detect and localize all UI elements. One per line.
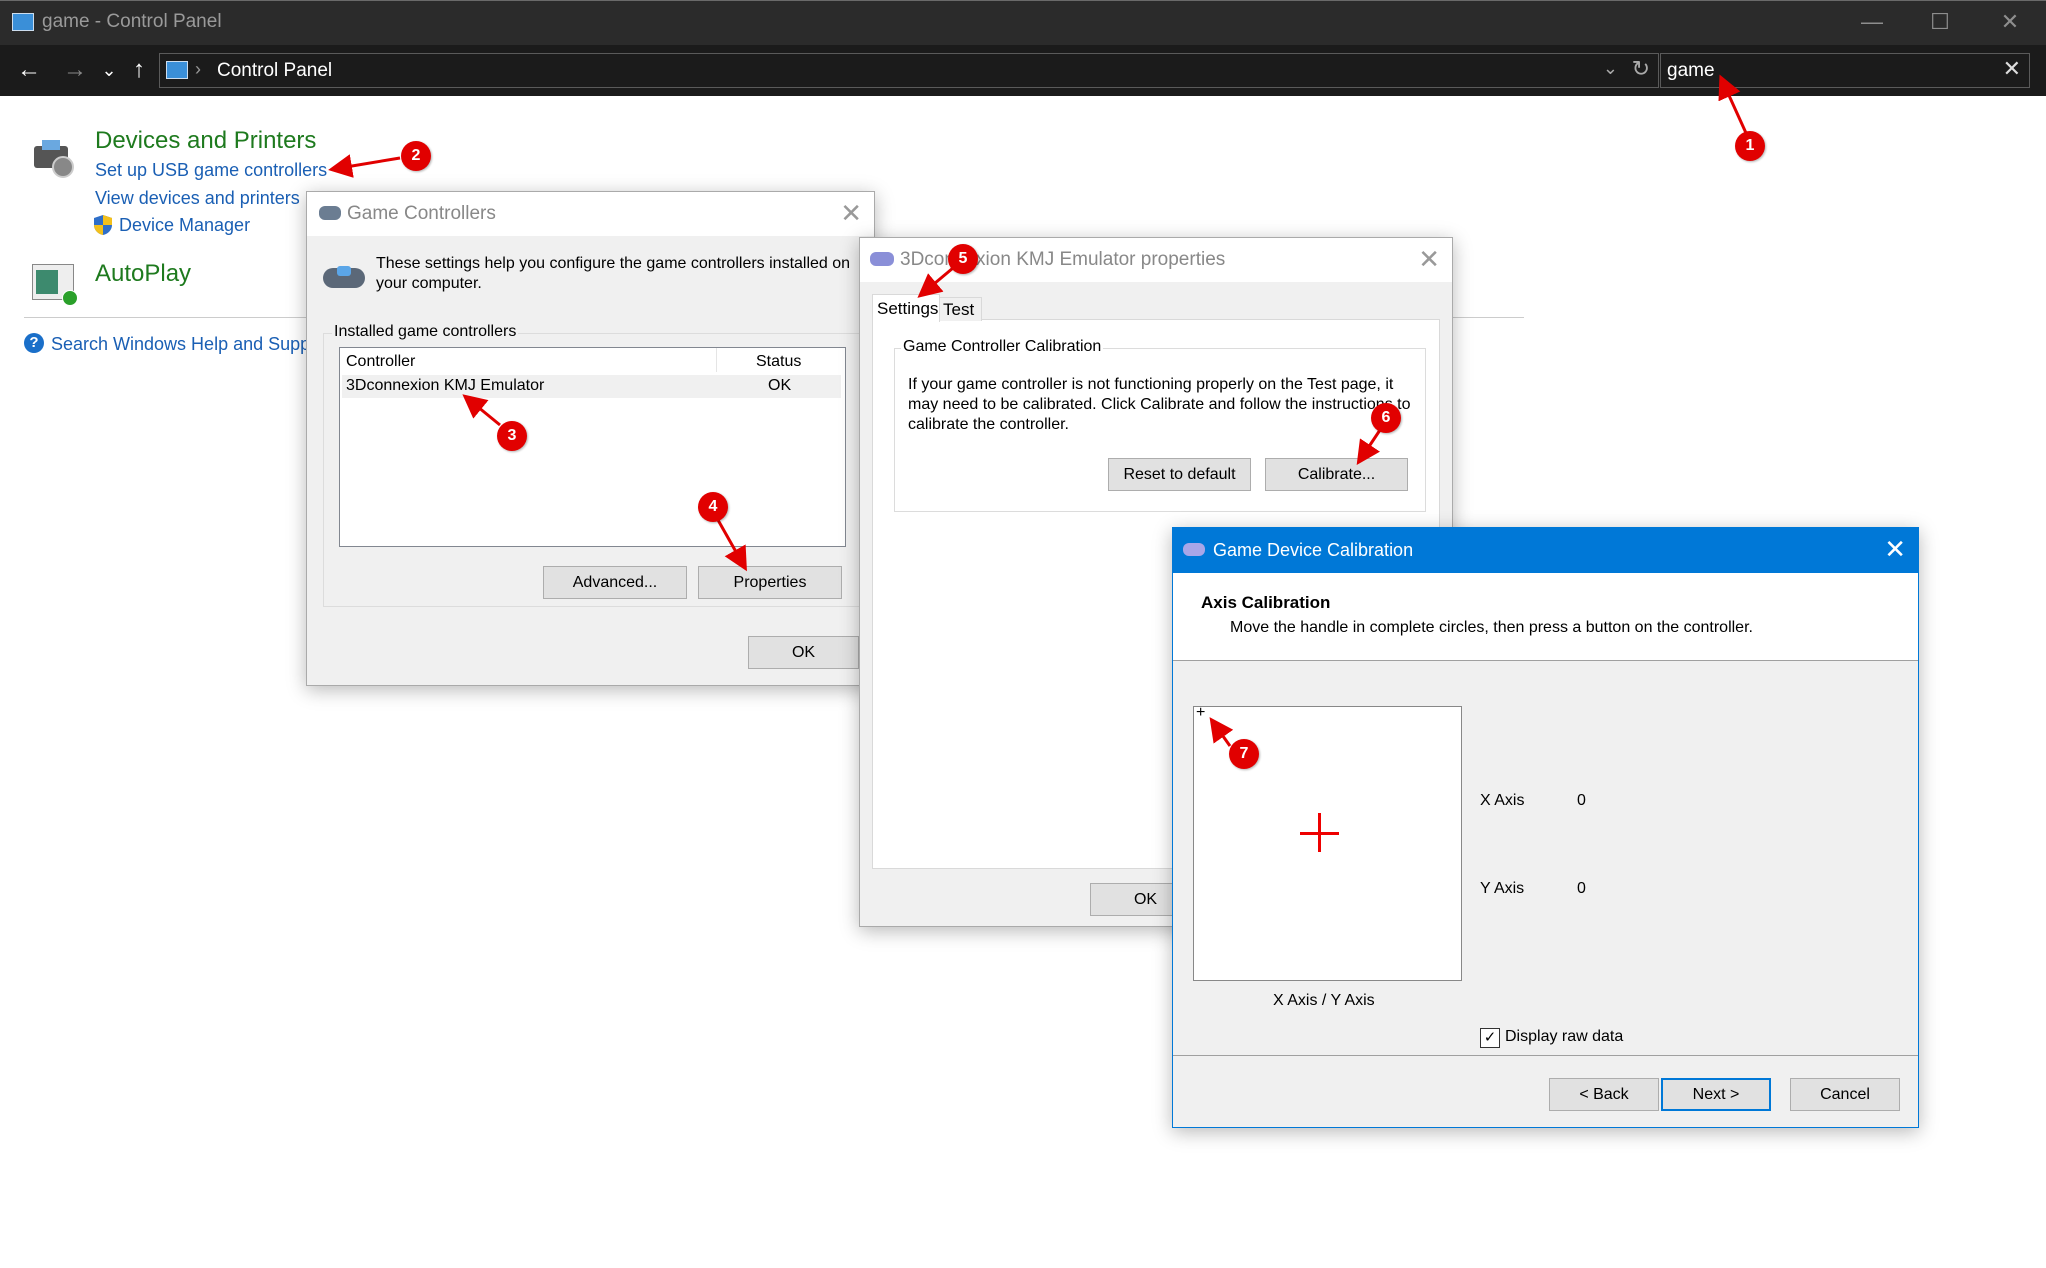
- y-axis-label: Y Axis: [1480, 880, 1525, 897]
- tab-test[interactable]: Test: [938, 297, 982, 321]
- tab-label: Test: [943, 300, 975, 319]
- cancel-button[interactable]: Cancel: [1790, 1078, 1900, 1111]
- group-label: Game Controller Calibration: [901, 338, 1104, 356]
- forward-button[interactable]: →: [60, 50, 90, 90]
- next-button[interactable]: Next >: [1661, 1078, 1771, 1111]
- view-devices-printers-link[interactable]: View devices and printers: [95, 188, 300, 209]
- dialog-titlebar: Game Controllers ✕: [307, 192, 874, 236]
- control-panel-icon: [12, 13, 34, 31]
- recent-locations-button[interactable]: ⌄: [94, 50, 124, 90]
- minimize-button[interactable]: —: [1852, 7, 1892, 37]
- close-icon[interactable]: ✕: [1418, 244, 1440, 275]
- annotation-badge-5: 5: [948, 244, 978, 274]
- back-button[interactable]: ←: [14, 50, 44, 90]
- y-axis-value: 0: [1577, 880, 1586, 897]
- search-box[interactable]: ✕: [1660, 53, 2030, 88]
- close-icon[interactable]: ✕: [1884, 534, 1906, 565]
- ok-button[interactable]: OK: [748, 636, 859, 669]
- wizard-header: Axis Calibration Move the handle in comp…: [1173, 573, 1918, 661]
- intro-text: These settings help you configure the ga…: [376, 255, 851, 292]
- annotation-badge-7: 7: [1229, 739, 1259, 769]
- controller-name: 3Dconnexion KMJ Emulator: [346, 377, 545, 394]
- control-panel-icon: [166, 61, 188, 79]
- game-controllers-dialog: Game Controllers ✕ These settings help y…: [306, 191, 875, 686]
- window-titlebar: game - Control Panel — ☐ ✕: [0, 0, 2046, 45]
- crosshair-cursor-icon: +: [1196, 704, 1206, 721]
- clear-search-icon[interactable]: ✕: [2003, 56, 2021, 82]
- controller-status: OK: [768, 377, 792, 394]
- dialog-title: Game Device Calibration: [1213, 540, 1414, 560]
- maximize-button[interactable]: ☐: [1920, 7, 1960, 37]
- window-title: game - Control Panel: [42, 11, 222, 32]
- controllers-list[interactable]: Controller Status 3Dconnexion KMJ Emulat…: [339, 347, 846, 547]
- autoplay-icon: [30, 262, 78, 306]
- help-icon: ?: [24, 333, 44, 353]
- annotation-badge-2: 2: [401, 141, 431, 171]
- reset-to-default-button[interactable]: Reset to default: [1108, 458, 1251, 491]
- game-device-calibration-dialog: Game Device Calibration ✕ Axis Calibrati…: [1172, 527, 1919, 1128]
- breadcrumb-separator: ›: [195, 59, 201, 79]
- close-window-button[interactable]: ✕: [1990, 7, 2030, 37]
- wizard-heading: Axis Calibration: [1201, 593, 1331, 612]
- tab-label: Settings: [877, 299, 939, 318]
- calibrate-button[interactable]: Calibrate...: [1265, 458, 1408, 491]
- gamepad-icon: [870, 252, 894, 266]
- group-label: Installed game controllers: [332, 323, 519, 341]
- address-bar[interactable]: › Control Panel ⌄ ↻: [159, 53, 1659, 88]
- properties-button[interactable]: Properties: [698, 566, 842, 599]
- up-button[interactable]: ↑: [124, 50, 154, 90]
- refresh-icon[interactable]: ↻: [1632, 56, 1650, 82]
- column-header-status[interactable]: Status: [756, 353, 801, 371]
- gamepad-icon: [319, 206, 341, 220]
- xy-axis-label: X Axis / Y Axis: [1273, 992, 1375, 1009]
- advanced-button[interactable]: Advanced...: [543, 566, 687, 599]
- gamepad-icon: [323, 262, 365, 292]
- breadcrumb-control-panel[interactable]: Control Panel: [217, 60, 332, 82]
- calibration-description: If your game controller is not functioni…: [908, 376, 1411, 433]
- footer-divider: [1173, 1055, 1918, 1056]
- address-dropdown-icon[interactable]: ⌄: [1603, 58, 1618, 79]
- shield-icon: [93, 214, 113, 236]
- close-icon[interactable]: ✕: [840, 198, 862, 229]
- column-divider: [716, 348, 717, 372]
- tab-settings[interactable]: Settings: [872, 294, 940, 322]
- device-manager-link[interactable]: Device Manager: [119, 215, 250, 236]
- back-button[interactable]: < Back: [1549, 1078, 1659, 1111]
- dialog-title: Game Controllers: [347, 203, 496, 224]
- devices-printers-heading[interactable]: Devices and Printers: [95, 127, 316, 155]
- dialog-titlebar: Game Device Calibration ✕: [1173, 528, 1918, 573]
- annotation-badge-6: 6: [1371, 403, 1401, 433]
- navigation-bar: ← → ⌄ ↑ › Control Panel ⌄ ↻ ✕: [0, 45, 2046, 96]
- display-raw-data-label: Display raw data: [1505, 1028, 1624, 1045]
- gamepad-icon: [1183, 543, 1205, 556]
- x-axis-value: 0: [1577, 792, 1586, 809]
- autoplay-heading[interactable]: AutoPlay: [95, 260, 191, 288]
- center-crosshair-icon: [1318, 813, 1321, 852]
- setup-usb-game-controllers-link[interactable]: Set up USB game controllers: [95, 160, 327, 181]
- annotation-badge-3: 3: [497, 421, 527, 451]
- display-raw-data-checkbox[interactable]: ✓: [1480, 1028, 1500, 1048]
- x-axis-label: X Axis: [1480, 792, 1525, 809]
- annotation-badge-4: 4: [698, 492, 728, 522]
- wizard-instruction: Move the handle in complete circles, the…: [1230, 619, 1753, 636]
- devices-printers-icon: [30, 136, 76, 178]
- search-help-link[interactable]: Search Windows Help and Supp: [51, 334, 310, 355]
- column-header-controller[interactable]: Controller: [346, 353, 415, 371]
- annotation-badge-1: 1: [1735, 131, 1765, 161]
- annotation-arrow-2: [328, 154, 401, 178]
- table-row[interactable]: 3Dconnexion KMJ Emulator OK: [342, 375, 841, 398]
- search-input[interactable]: [1665, 57, 1989, 85]
